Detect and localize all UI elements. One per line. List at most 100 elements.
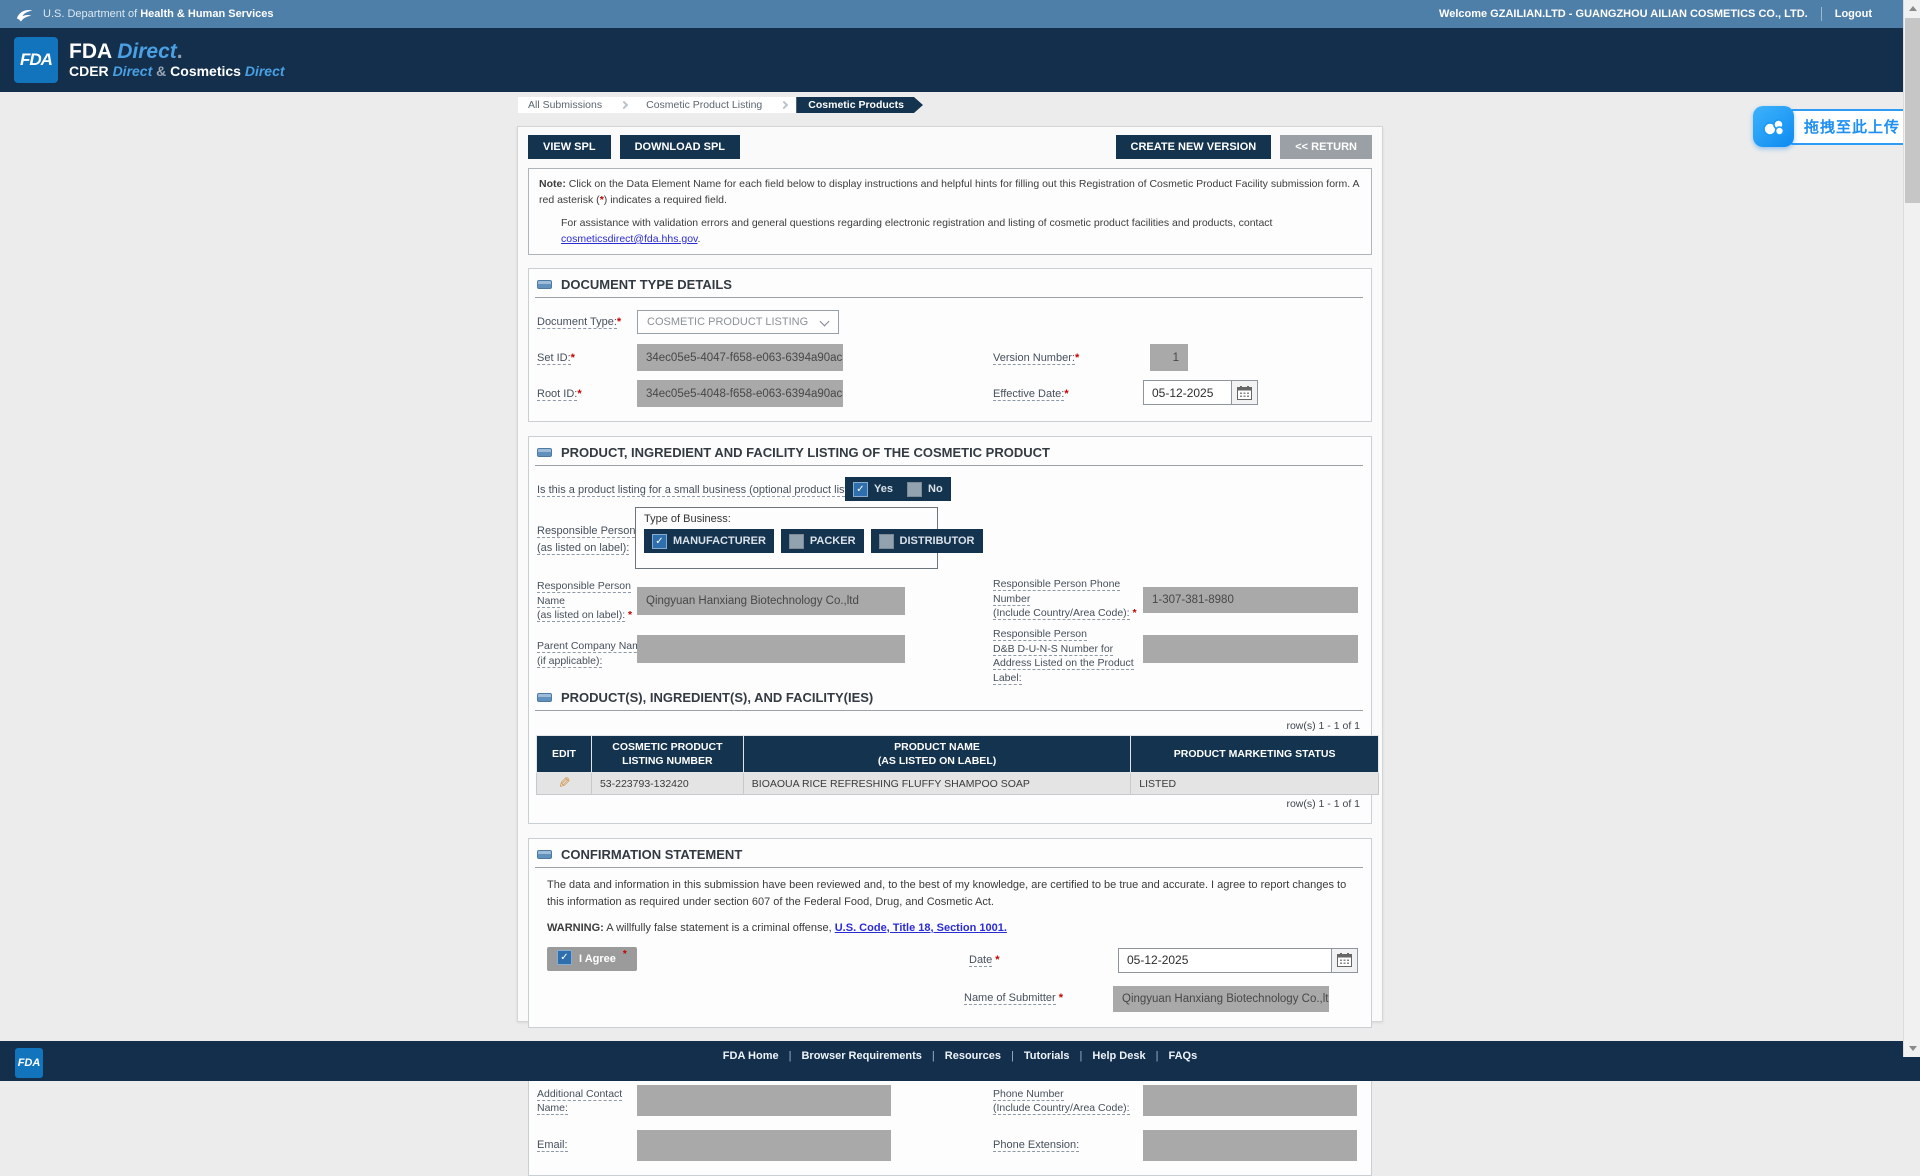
note-box: Note: Click on the Data Element Name for… (528, 168, 1372, 255)
edit-pencil-icon[interactable]: ✎ (558, 776, 571, 791)
parent-company-field (637, 635, 905, 663)
calendar-icon[interactable] (1331, 948, 1358, 973)
divider (1821, 7, 1822, 21)
footer-link-resources[interactable]: Resources (945, 1050, 1001, 1062)
divider (535, 867, 1363, 868)
collapse-icon[interactable] (537, 448, 552, 457)
i-agree-button[interactable]: ✓I Agree* (547, 947, 637, 971)
breadcrumb-separator (772, 97, 796, 113)
small-business-yes-button[interactable]: ✓Yes (845, 477, 901, 501)
section-title: DOCUMENT TYPE DETAILS (561, 277, 732, 292)
return-button[interactable]: << RETURN (1280, 135, 1372, 159)
chevron-right-icon (620, 101, 628, 109)
collapse-icon[interactable] (537, 850, 552, 859)
row-count-top: row(s) 1 - 1 of 1 (535, 720, 1360, 732)
responsible-person-name-label[interactable]: Responsible Person Name (as listed on la… (537, 579, 632, 622)
section-title: PRODUCT(S), INGREDIENT(S), AND FACILITY(… (561, 690, 873, 705)
additional-phone-field (1143, 1085, 1357, 1116)
set-id-label[interactable]: Set ID:* (537, 350, 575, 367)
parent-company-label[interactable]: Parent Company Name (if applicable): (537, 639, 647, 668)
us-code-link[interactable]: U.S. Code, Title 18, Section 1001. (835, 922, 1007, 934)
version-number-label[interactable]: Version Number:* (993, 350, 1079, 367)
business-type-manufacturer[interactable]: ✓MANUFACTURER (644, 529, 774, 553)
date-label[interactable]: Date * (969, 952, 1000, 969)
email-label[interactable]: Email: (537, 1137, 568, 1154)
section-title: CONFIRMATION STATEMENT (561, 847, 742, 862)
effective-date-input[interactable]: 05-12-2025 (1143, 380, 1232, 405)
additional-phone-label[interactable]: Phone Number (Include Country/Area Code)… (993, 1087, 1130, 1116)
checkbox-checked-icon: ✓ (652, 534, 667, 549)
netdisk-cloud-icon (1753, 106, 1794, 147)
section-title: PRODUCT, INGREDIENT AND FACILITY LISTING… (561, 445, 1050, 460)
welcome-text: Welcome GZAILIAN.LTD - GUANGZHOU AILIAN … (1439, 8, 1808, 20)
chevron-down-icon (820, 317, 830, 327)
marketing-status-cell: LISTED (1131, 773, 1379, 795)
products-table: EDIT COSMETIC PRODUCTLISTING NUMBER PROD… (536, 735, 1379, 795)
scroll-down-arrow[interactable] (1904, 1040, 1920, 1057)
name-of-submitter-label[interactable]: Name of Submitter * (964, 990, 1063, 1007)
footer-link-browser-requirements[interactable]: Browser Requirements (801, 1050, 921, 1062)
small-business-question-label[interactable]: Is this a product listing for a small bu… (537, 482, 875, 499)
checkbox-unchecked-icon (907, 482, 922, 497)
toolbar-spacer (749, 135, 1107, 159)
breadcrumb-cosmetic-product-listing[interactable]: Cosmetic Product Listing (636, 97, 772, 113)
note-assistance: For assistance with validation errors an… (539, 215, 1361, 248)
additional-contact-name-field (637, 1085, 891, 1116)
collapse-icon[interactable] (537, 280, 552, 289)
responsible-person-label[interactable]: Responsible Person (as listed on label): (537, 523, 635, 556)
breadcrumb-all-submissions[interactable]: All Submissions (518, 97, 612, 113)
footer: FDA FDA Home| Browser Requirements| Reso… (0, 1041, 1920, 1081)
business-type-packer[interactable]: PACKER (781, 529, 864, 553)
footer-separator: | (922, 1050, 945, 1062)
additional-contact-name-label[interactable]: Additional Contact Name: (537, 1087, 622, 1116)
chevron-right-icon (780, 101, 788, 109)
listing-number-cell: 53-223793-132420 (591, 773, 743, 795)
fda-footer-logo: FDA (15, 1048, 43, 1078)
breadcrumb-cosmetic-products-active: Cosmetic Products (796, 97, 923, 113)
effective-date-label[interactable]: Effective Date:* (993, 386, 1069, 403)
small-business-no-button[interactable]: No (899, 477, 951, 501)
name-of-submitter-field: Qingyuan Hanxiang Biotechnology Co.,ltd (1113, 986, 1329, 1012)
brand-subtitle: CDER Direct & Cosmetics Direct (69, 63, 285, 80)
column-header-marketing-status: PRODUCT MARKETING STATUS (1131, 736, 1379, 773)
footer-separator: | (1146, 1050, 1169, 1062)
note-text: Note: Click on the Data Element Name for… (539, 176, 1361, 209)
brand-title: FDA Direct. (69, 40, 285, 63)
duns-number-field (1143, 635, 1358, 663)
scroll-up-arrow[interactable] (1904, 0, 1920, 17)
phone-extension-label[interactable]: Phone Extension: (993, 1137, 1079, 1154)
edit-cell: ✎ (537, 773, 592, 795)
breadcrumb-separator (612, 97, 636, 113)
calendar-icon[interactable] (1231, 380, 1258, 405)
vertical-scrollbar[interactable] (1903, 0, 1920, 1057)
email-field (637, 1130, 891, 1161)
collapse-icon[interactable] (537, 693, 552, 702)
hhs-eagle-icon (14, 5, 34, 23)
view-spl-button[interactable]: VIEW SPL (528, 135, 611, 159)
section-document-type-details: DOCUMENT TYPE DETAILS Document Type:* CO… (528, 268, 1372, 422)
download-spl-button[interactable]: DOWNLOAD SPL (620, 135, 740, 159)
divider (535, 710, 1363, 711)
footer-link-faqs[interactable]: FAQs (1168, 1050, 1197, 1062)
fda-logo: FDA (14, 37, 58, 83)
footer-link-fda-home[interactable]: FDA Home (723, 1050, 779, 1062)
table-row: ✎ 53-223793-132420 BIOAOUA RICE REFRESHI… (537, 773, 1379, 795)
drag-upload-overlay[interactable]: 拖拽至此上传 (1753, 106, 1915, 147)
business-type-distributor[interactable]: DISTRIBUTOR (871, 529, 983, 553)
contact-email-link[interactable]: cosmeticsdirect@fda.hhs.gov (561, 233, 698, 245)
phone-extension-field (1143, 1130, 1357, 1161)
document-type-dropdown[interactable]: COSMETIC PRODUCT LISTING (637, 310, 839, 334)
responsible-person-phone-label[interactable]: Responsible Person Phone Number (Include… (993, 577, 1137, 620)
document-type-label[interactable]: Document Type:* (537, 314, 621, 331)
app-header: FDA FDA Direct. CDER Direct & Cosmetics … (0, 28, 1920, 92)
drag-upload-label: 拖拽至此上传 (1784, 109, 1915, 145)
section-confirmation-statement: CONFIRMATION STATEMENT The data and info… (528, 838, 1372, 1027)
create-new-version-button[interactable]: CREATE NEW VERSION (1116, 135, 1272, 159)
footer-link-tutorials[interactable]: Tutorials (1024, 1050, 1070, 1062)
confirmation-date-input[interactable]: 05-12-2025 (1118, 948, 1332, 973)
duns-number-label[interactable]: Responsible Person D&B D-U-N-S Number fo… (993, 627, 1134, 685)
scrollbar-thumb[interactable] (1905, 18, 1920, 203)
footer-link-help-desk[interactable]: Help Desk (1092, 1050, 1145, 1062)
root-id-label[interactable]: Root ID:* (537, 386, 582, 403)
logout-link[interactable]: Logout (1835, 8, 1872, 20)
